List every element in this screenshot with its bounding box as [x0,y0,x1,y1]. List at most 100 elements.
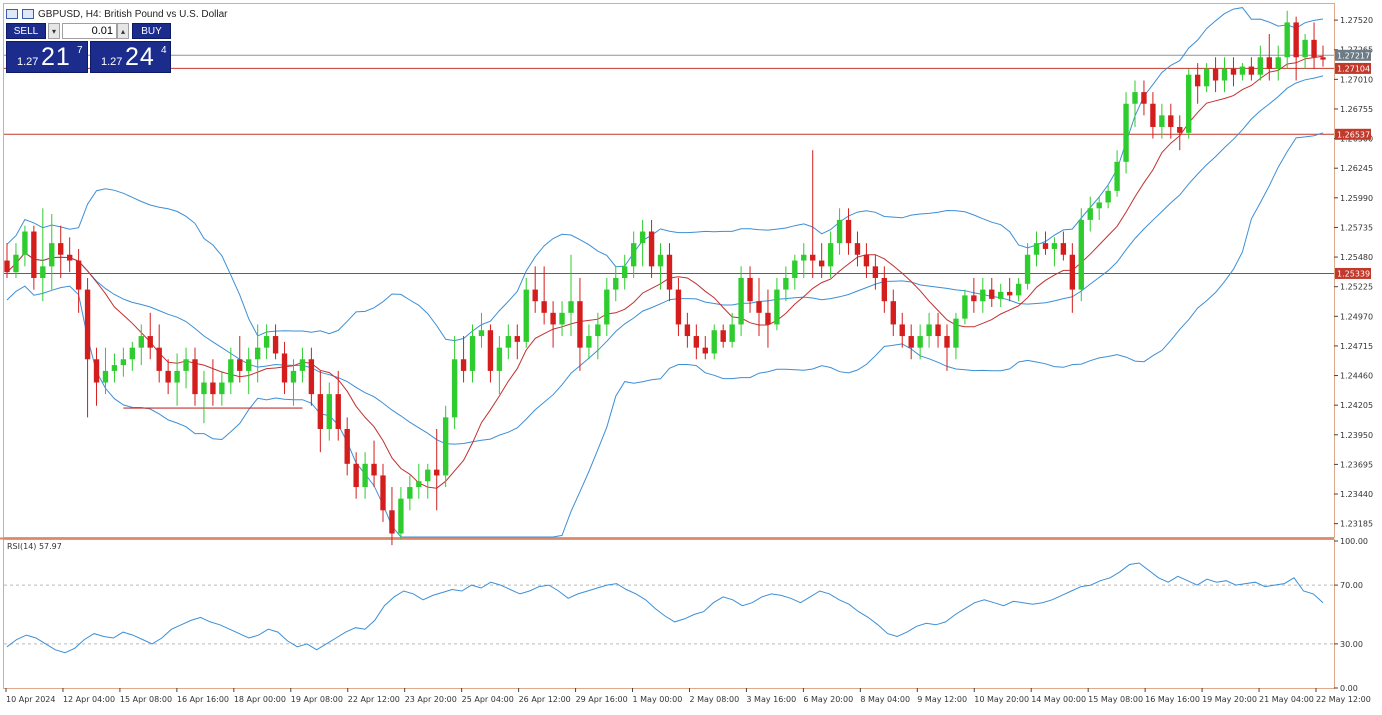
candle-body [738,277,744,325]
candle-body [801,254,807,261]
candle-body [478,330,485,337]
candle-body [147,336,153,348]
candle-body [228,359,234,383]
time-axis-label: 10 May 20:00 [974,695,1029,704]
lot-size-input[interactable]: 0.01 [62,23,117,39]
candle-body [1069,254,1076,290]
candle-body [165,370,171,383]
candle-body [792,260,798,278]
candle-body [344,428,350,464]
time-axis-label: 18 Apr 00:00 [234,695,286,704]
candle-body [407,487,413,499]
candle-body [720,330,726,342]
price-tick-label: 1.23440 [1340,490,1373,499]
candle-body [460,359,467,371]
candle-body [756,301,762,313]
candle-body [818,260,825,267]
candle-body [1320,57,1326,60]
candle-body [308,359,315,395]
price-tick-label: 1.23950 [1340,431,1373,440]
rsi-line [6,562,1324,654]
candle-body [908,336,914,348]
candle-body [487,330,494,371]
candle-body [684,324,691,337]
time-axis-label: 15 May 08:00 [1088,695,1143,704]
price-tick-label: 1.26245 [1340,164,1373,173]
chart-frame: 1.275201.272651.270101.267551.265001.262… [0,0,1382,710]
price-tick-label: 1.24460 [1340,372,1373,381]
buy-quote-pips: 24 [125,43,155,71]
rsi-panel-border [3,539,1335,689]
candle-body [129,347,136,360]
candle-body [353,463,359,488]
candle-body [183,359,189,371]
candle-body [657,254,664,267]
time-axis-label: 22 May 12:00 [1316,695,1371,704]
time-axis-label: 26 Apr 12:00 [519,695,571,704]
candle-body [577,301,583,348]
rsi-tick-label: 0.00 [1340,684,1358,693]
candle-body [75,260,82,290]
candle-body [1024,254,1031,284]
candle-body [1150,103,1156,127]
candle-body [192,359,198,395]
candle-body [917,336,923,348]
buy-quote[interactable]: 1.27 24 4 [90,41,171,73]
time-axis-label: 21 May 04:00 [1259,695,1314,704]
time-axis-label: 1 May 00:00 [633,695,683,704]
candle-body [1239,66,1246,75]
buy-button[interactable]: BUY [132,23,171,39]
chart-icon[interactable] [22,9,34,19]
time-axis-label: 14 May 00:00 [1031,695,1086,704]
candle-body [290,370,297,383]
candle-body [532,289,538,302]
candle-body [1212,68,1219,81]
candle-body [1078,219,1084,290]
candle-body [1293,22,1299,58]
current-price-label: 1.27217 [1337,51,1370,60]
sell-button[interactable]: SELL [6,23,46,39]
candle-body [863,254,870,267]
candle-body [1051,243,1058,249]
candle-body [505,336,512,348]
buy-quote-prefix: 1.27 [101,56,123,68]
candle-body [263,336,270,348]
time-axis-label: 2 May 08:00 [689,695,739,704]
candle-body [4,260,10,273]
candle-body [13,254,19,273]
candle-body [326,394,332,429]
time-axis-label: 19 Apr 08:00 [291,695,343,704]
sell-quote[interactable]: 1.27 21 7 [6,41,88,73]
candle-body [648,231,655,267]
price-tick-label: 1.25735 [1340,223,1373,232]
candle-body [1114,161,1120,191]
candle-body [666,254,673,290]
lot-up-icon[interactable]: ▴ [117,23,129,39]
time-axis-label: 29 Apr 16:00 [576,695,628,704]
candle-body [899,324,905,337]
candle-body [434,469,440,476]
time-axis-label: 10 Apr 2024 [6,695,55,704]
candle-body [425,469,431,482]
candle-body [1284,22,1290,58]
candle-body [442,417,449,476]
candle-body [1311,39,1317,58]
price-tick-label: 1.25225 [1340,283,1373,292]
candle-body [398,498,404,534]
level-price-label: 1.26537 [1337,130,1370,139]
candle-body [586,336,592,348]
candle-body [1060,243,1067,255]
candle-body [962,295,968,319]
time-axis-label: 16 May 16:00 [1145,695,1200,704]
candle-body [675,289,682,325]
candle-body [1230,68,1237,75]
time-axis-label: 23 Apr 20:00 [405,695,457,704]
candle-body [998,291,1004,299]
lot-down-icon[interactable]: ▾ [48,23,60,39]
price-tick-label: 1.24205 [1340,401,1373,410]
candle-body [550,312,556,325]
time-axis-label: 3 May 16:00 [746,695,796,704]
candle-body [210,382,216,395]
grid-icon[interactable] [6,9,18,19]
candle-body [944,336,950,348]
